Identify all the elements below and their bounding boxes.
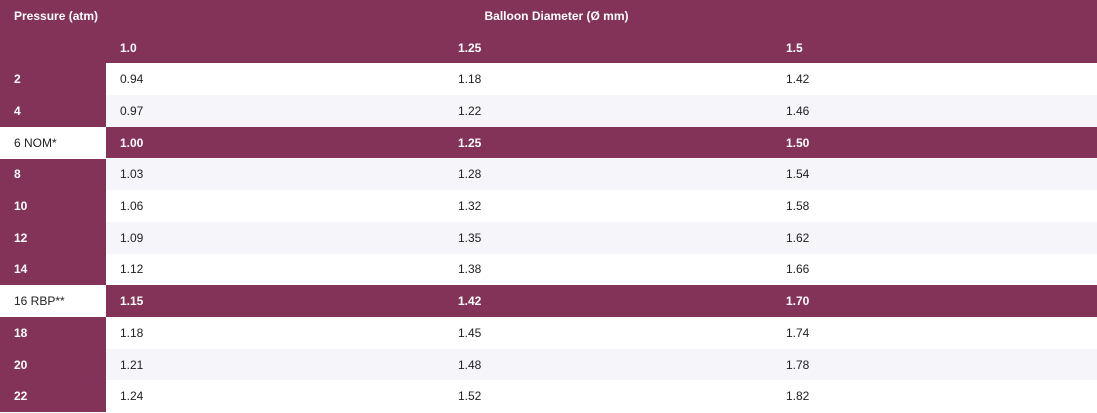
diameter-cell: 1.82 [786,389,810,404]
header-stub-blank [0,31,106,64]
diameter-cell: 1.74 [786,325,810,340]
table-row: 10 1.06 1.32 1.58 [0,190,1097,222]
diameter-cell: 1.18 [120,325,144,340]
column-header: 1.5 [784,31,1097,64]
table-row: 22 1.24 1.52 1.82 [0,380,1097,413]
diameter-cell: 1.38 [458,262,482,277]
diameter-cell: 1.12 [120,262,144,277]
pressure-cell: 14 [0,253,106,286]
column-header: 1.25 [456,31,784,64]
diameter-cell: 1.22 [458,103,482,118]
column-header: 1.0 [106,31,456,64]
table-row: 4 0.97 1.22 1.46 [0,95,1097,127]
diameter-cell: 0.97 [120,103,144,118]
diameter-cell: 1.62 [786,230,810,245]
table-row: 18 1.18 1.45 1.74 [0,317,1097,349]
diameter-cell: 1.78 [786,357,810,372]
diameter-cell: 1.35 [458,230,482,245]
diameter-cell: 1.52 [458,389,482,404]
diameter-cell: 1.15 [106,285,456,317]
pressure-diameter-table: Pressure (atm) Balloon Diameter (Ø mm) 1… [0,0,1097,413]
diameter-cell: 1.03 [120,167,144,182]
diameter-cell: 1.45 [458,325,482,340]
diameter-cell: 1.21 [120,357,144,372]
table-row-highlight: 16 RBP** 1.15 1.42 1.70 [0,285,1097,317]
diameter-cell: 1.32 [458,199,482,214]
table-row: 14 1.12 1.38 1.66 [0,253,1097,286]
diameter-cell: 1.28 [458,167,482,182]
pressure-cell: 12 [0,221,106,254]
pressure-cell: 16 RBP** [0,285,106,317]
pressure-cell: 20 [0,348,106,381]
header-pressure: Pressure (atm) [0,0,106,32]
diameter-cell: 1.70 [784,285,1097,317]
pressure-cell: 18 [0,317,106,349]
diameter-cell: 1.66 [786,262,810,277]
header-balloon-diameter: Balloon Diameter (Ø mm) [106,0,1097,32]
diameter-cell: 1.06 [120,199,144,214]
diameter-cell: 1.54 [786,167,810,182]
table-row: 20 1.21 1.48 1.78 [0,348,1097,381]
diameter-cell: 1.42 [786,72,810,87]
pressure-cell: 4 [0,95,106,127]
table-row: 12 1.09 1.35 1.62 [0,221,1097,254]
diameter-cell: 1.09 [120,230,144,245]
pressure-cell: 10 [0,190,106,222]
header-row-columns: 1.0 1.25 1.5 [0,31,1097,64]
diameter-cell: 1.25 [456,126,784,159]
diameter-cell: 1.24 [120,389,144,404]
diameter-cell: 1.50 [784,126,1097,159]
diameter-cell: 1.46 [786,103,810,118]
pressure-cell: 22 [0,380,106,413]
diameter-cell: 0.94 [120,72,144,87]
table-row: 2 0.94 1.18 1.42 [0,63,1097,96]
diameter-cell: 1.42 [456,285,784,317]
pressure-cell: 6 NOM* [0,126,106,159]
header-row-group: Pressure (atm) Balloon Diameter (Ø mm) [0,0,1097,32]
pressure-cell: 8 [0,158,106,191]
diameter-cell: 1.18 [458,72,482,87]
diameter-cell: 1.00 [106,126,456,159]
table-row-highlight: 6 NOM* 1.00 1.25 1.50 [0,126,1097,159]
diameter-cell: 1.48 [458,357,482,372]
pressure-cell: 2 [0,63,106,96]
diameter-cell: 1.58 [786,199,810,214]
table-row: 8 1.03 1.28 1.54 [0,158,1097,191]
